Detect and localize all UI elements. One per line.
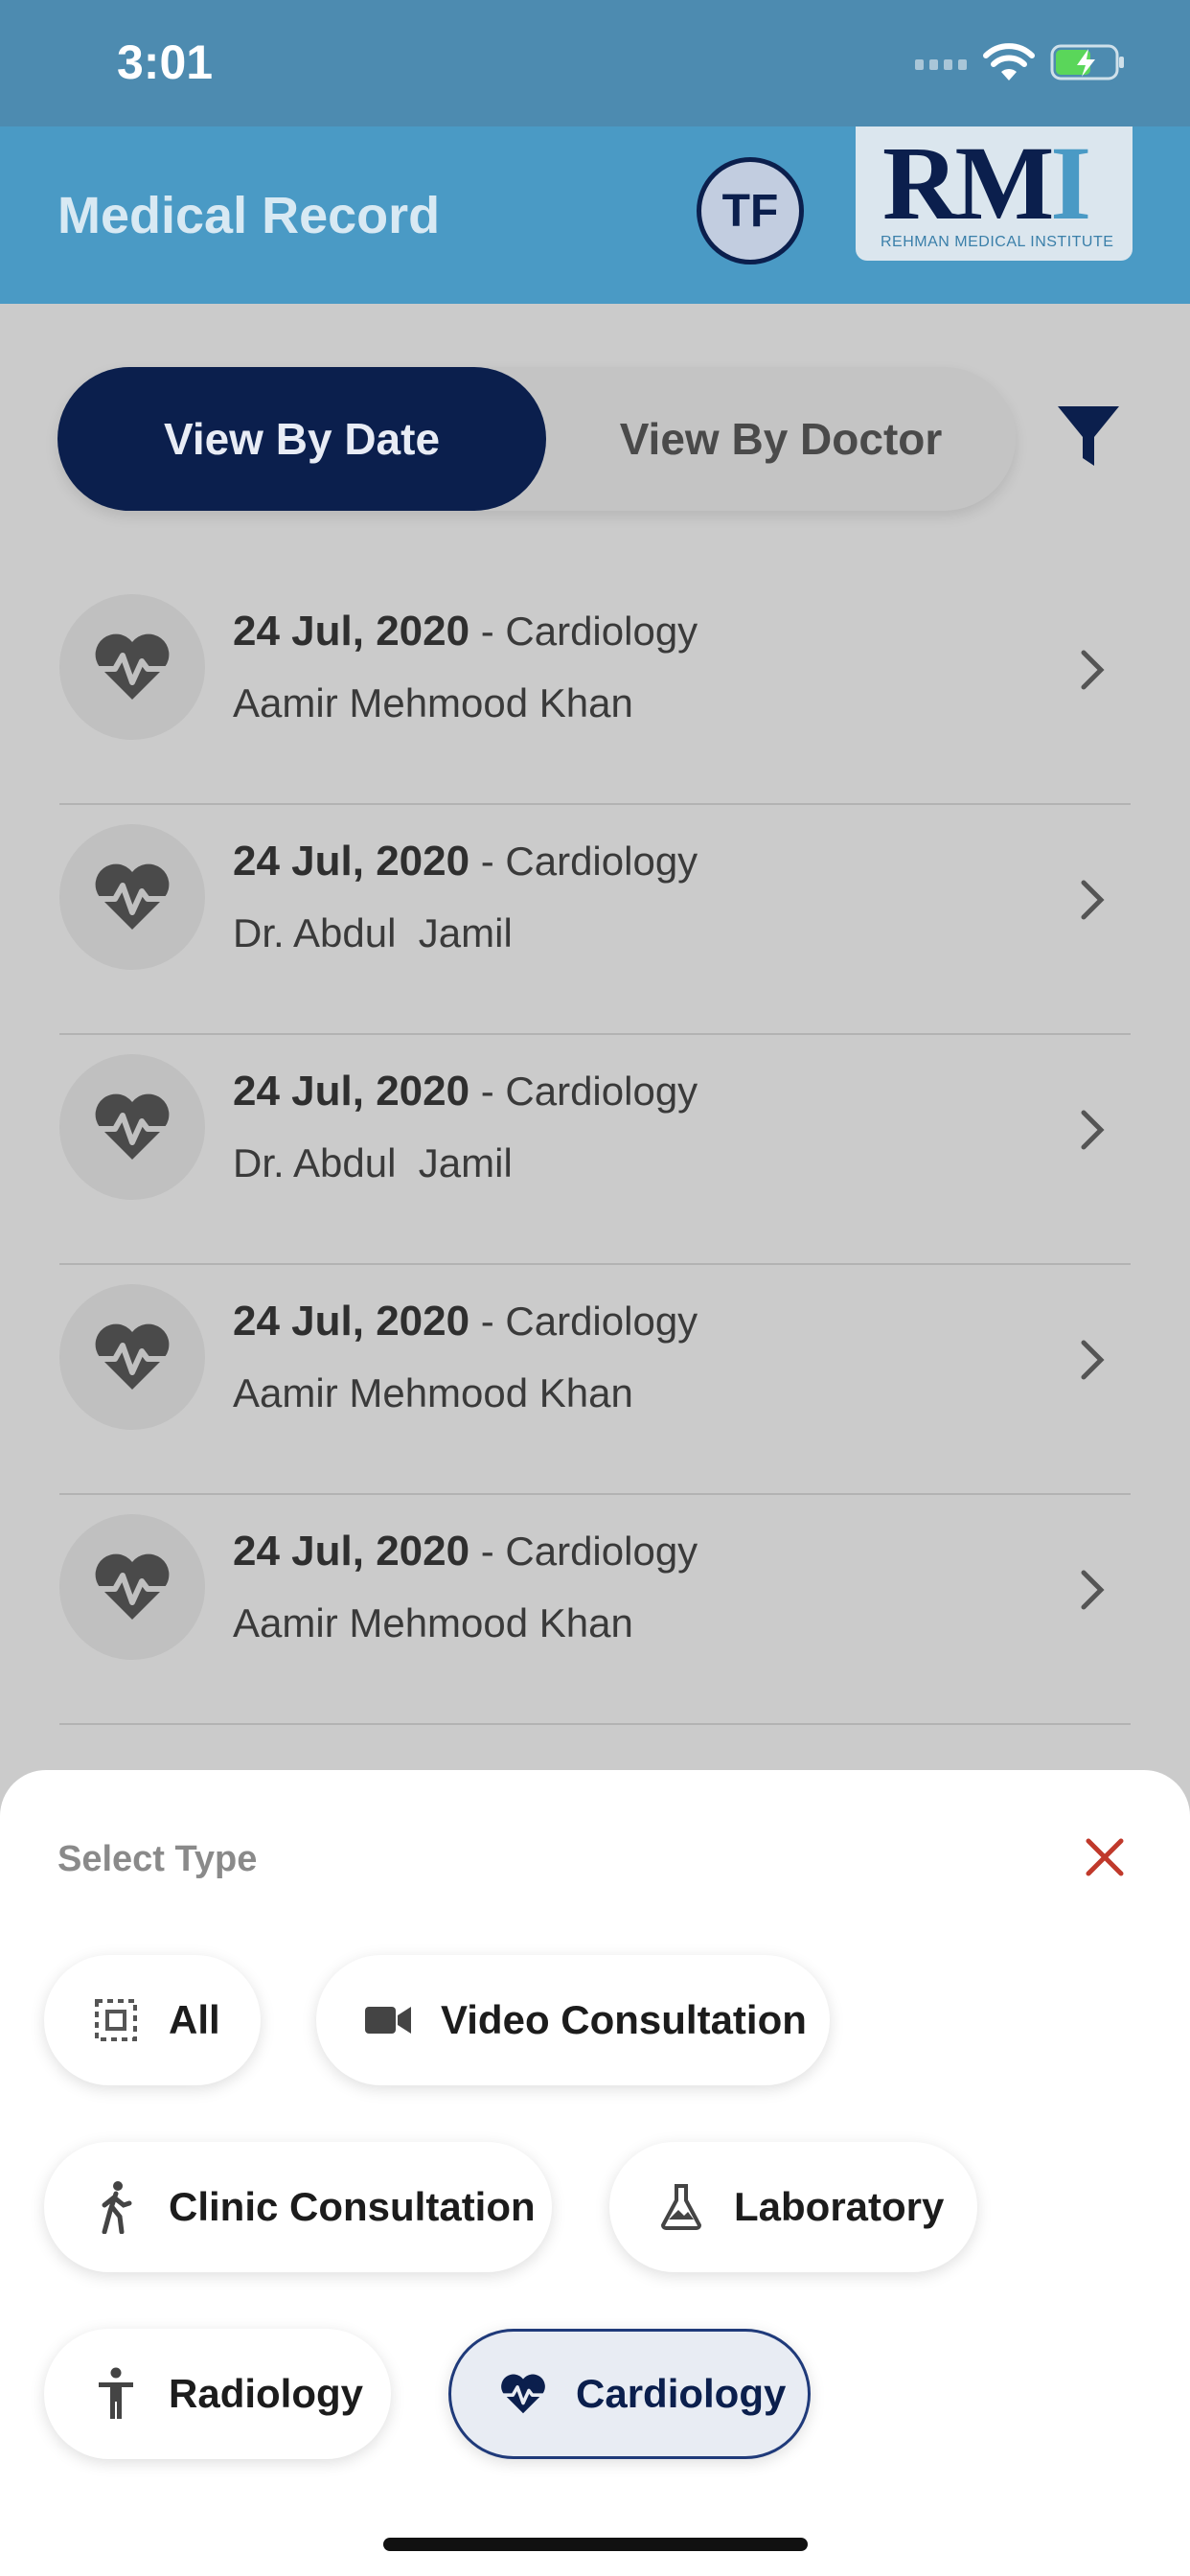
- heartbeat-icon: [59, 824, 205, 970]
- record-doctor: Dr. Abdul Jamil: [233, 1140, 513, 1185]
- status-time: 3:01: [117, 35, 214, 89]
- record-date-line: 24 Jul, 2020 - Cardiology: [233, 1298, 698, 1346]
- record-department: - Cardiology: [469, 1069, 698, 1114]
- record-department: - Cardiology: [469, 1529, 698, 1574]
- record-row[interactable]: 24 Jul, 2020 - Cardiology Aamir Mehmood …: [0, 575, 1190, 805]
- record-doctor: Dr. Abdul Jamil: [233, 910, 513, 955]
- app-header: Medical Record TF RMI REHMAN MEDICAL INS…: [0, 126, 1190, 304]
- divider: [59, 1723, 1131, 1725]
- record-date: 24 Jul, 2020: [233, 838, 470, 885]
- chevron-right-icon: [1078, 1337, 1107, 1388]
- type-chip-label: Cardiology: [576, 2371, 787, 2416]
- record-date: 24 Jul, 2020: [233, 1068, 470, 1115]
- record-doctor: Aamir Mehmood Khan: [233, 680, 633, 725]
- type-chip-video-consultation[interactable]: Video Consultation: [316, 1955, 830, 2085]
- person-standing-icon: [92, 2367, 140, 2419]
- chevron-right-icon: [1078, 647, 1107, 698]
- user-avatar[interactable]: TF: [697, 157, 804, 264]
- page-title: Medical Record: [57, 187, 441, 244]
- heartbeat-icon: [59, 1054, 205, 1200]
- type-chip-laboratory[interactable]: Laboratory: [609, 2142, 977, 2272]
- type-chip-radiology[interactable]: Radiology: [44, 2329, 391, 2459]
- battery-charging-icon: [1050, 44, 1127, 87]
- record-date-line: 24 Jul, 2020 - Cardiology: [233, 1528, 698, 1576]
- heartbeat-icon: [59, 1514, 205, 1660]
- sheet-label: Select Type: [57, 1839, 258, 1879]
- record-doctor: Aamir Mehmood Khan: [233, 1370, 633, 1415]
- type-chip-label: Laboratory: [734, 2184, 945, 2229]
- view-toggle: View By Date View By Doctor: [57, 367, 1016, 511]
- record-date-line: 24 Jul, 2020 - Cardiology: [233, 1068, 698, 1116]
- view-by-date-button[interactable]: View By Date: [57, 367, 546, 511]
- rmi-logo: RMI REHMAN MEDICAL INSTITUTE: [856, 126, 1133, 261]
- record-row[interactable]: 24 Jul, 2020 - Cardiology Aamir Mehmood …: [0, 1495, 1190, 1725]
- record-date: 24 Jul, 2020: [233, 608, 470, 655]
- type-chip-label: All: [169, 1997, 220, 2042]
- record-row[interactable]: 24 Jul, 2020 - Cardiology Aamir Mehmood …: [0, 1265, 1190, 1495]
- home-indicator[interactable]: [383, 2538, 808, 2551]
- record-date-line: 24 Jul, 2020 - Cardiology: [233, 838, 698, 886]
- heartbeat-icon: [59, 594, 205, 740]
- walking-person-icon: [92, 2181, 140, 2234]
- chevron-right-icon: [1078, 1107, 1107, 1158]
- record-department: - Cardiology: [469, 1299, 698, 1344]
- type-chip-label: Video Consultation: [441, 1997, 807, 2042]
- cellular-signal-icon: [915, 59, 969, 73]
- select-all-icon: [92, 1996, 140, 2044]
- type-chip-label: Clinic Consultation: [169, 2184, 536, 2229]
- wifi-icon: [982, 42, 1036, 89]
- record-date: 24 Jul, 2020: [233, 1298, 470, 1345]
- record-department: - Cardiology: [469, 609, 698, 654]
- logo-mark: RMI: [882, 125, 1091, 242]
- record-doctor: Aamir Mehmood Khan: [233, 1600, 633, 1645]
- type-chip-all[interactable]: All: [44, 1955, 261, 2085]
- flask-icon: [657, 2183, 705, 2231]
- type-chip-cardiology[interactable]: Cardiology: [448, 2329, 811, 2459]
- chevron-right-icon: [1078, 1567, 1107, 1618]
- record-row[interactable]: 24 Jul, 2020 - Cardiology Dr. Abdul Jami…: [0, 1035, 1190, 1265]
- record-date-line: 24 Jul, 2020 - Cardiology: [233, 608, 698, 656]
- heartbeat-icon: [59, 1284, 205, 1430]
- record-department: - Cardiology: [469, 839, 698, 884]
- close-icon[interactable]: [1083, 1835, 1127, 1884]
- filter-icon[interactable]: [1054, 402, 1123, 476]
- type-chip-clinic-consultation[interactable]: Clinic Consultation: [44, 2142, 552, 2272]
- heartbeat-icon: [499, 2370, 547, 2418]
- video-camera-icon: [364, 1996, 412, 2044]
- view-by-doctor-button[interactable]: View By Doctor: [546, 367, 1016, 511]
- select-type-sheet: Select Type All Video Consultation Clini…: [0, 1770, 1190, 2576]
- record-date: 24 Jul, 2020: [233, 1528, 470, 1575]
- chevron-right-icon: [1078, 877, 1107, 928]
- records-list: 24 Jul, 2020 - Cardiology Aamir Mehmood …: [0, 575, 1190, 1725]
- status-bar: 3:01: [0, 0, 1190, 126]
- logo-subtitle: REHMAN MEDICAL INSTITUTE: [881, 234, 1114, 250]
- type-chip-label: Radiology: [169, 2371, 364, 2416]
- record-row[interactable]: 24 Jul, 2020 - Cardiology Dr. Abdul Jami…: [0, 805, 1190, 1035]
